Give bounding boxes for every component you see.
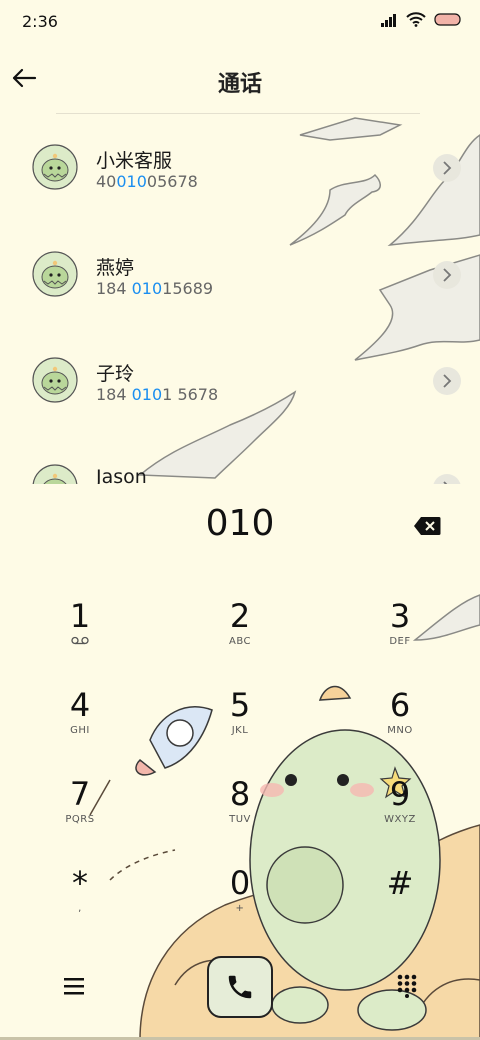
key-digit: *	[72, 864, 88, 902]
key-digit: 2	[229, 597, 251, 635]
key-sub: WXYZ	[384, 814, 416, 825]
key-digit: 7	[69, 775, 91, 813]
backspace-button[interactable]	[410, 512, 444, 540]
key-sub: PQRS	[65, 814, 95, 825]
key-digit: 9	[389, 775, 411, 813]
list-item[interactable]: Jason	[0, 434, 480, 484]
contact-name: 燕婷	[96, 257, 135, 279]
key-7[interactable]: 7 PQRS	[20, 776, 140, 856]
voicemail-icon	[71, 636, 89, 645]
contact-name: 子玲	[96, 363, 135, 385]
contact-detail-button[interactable]	[433, 367, 461, 395]
contact-name: 小米客服	[96, 150, 173, 172]
key-digit: 1	[69, 597, 91, 635]
status-time: 2:36	[22, 12, 58, 31]
key-3[interactable]: 3 DEF	[340, 598, 460, 678]
key-digit: #	[386, 864, 414, 902]
contact-detail-button[interactable]	[433, 154, 461, 182]
key-star[interactable]: * ,	[20, 865, 140, 945]
contact-detail-button[interactable]	[433, 474, 461, 484]
status-icons	[380, 12, 462, 27]
dial-input[interactable]: 010	[140, 503, 340, 544]
battery-icon	[434, 13, 461, 26]
key-sub: MNO	[387, 725, 413, 736]
key-sub	[20, 636, 140, 648]
chevron-right-icon	[443, 481, 448, 484]
header: 通话	[0, 44, 480, 114]
avatar	[32, 144, 78, 190]
key-sub: DEF	[389, 636, 411, 647]
menu-button[interactable]	[52, 966, 96, 1006]
avatar	[32, 251, 78, 297]
list-item[interactable]: 燕婷 184 01015689	[0, 221, 480, 327]
key-6[interactable]: 6 MNO	[340, 687, 460, 767]
key-9[interactable]: 9 WXYZ	[340, 776, 460, 856]
phone-icon	[228, 975, 252, 999]
key-sub: ABC	[228, 636, 251, 647]
page-title: 通话	[217, 72, 262, 97]
contact-number: 184 0101 5678	[96, 385, 219, 404]
key-sub: +	[235, 903, 245, 914]
key-digit: 0	[229, 864, 251, 902]
list-item[interactable]: 小米客服 4001005678	[0, 114, 480, 220]
keypad-icon	[397, 974, 417, 998]
chevron-right-icon	[443, 268, 452, 282]
contact-results-list: 小米客服 4001005678 燕婷 184 01015689 子玲 184 0…	[0, 114, 480, 484]
wifi-icon	[406, 12, 426, 27]
backspace-icon	[414, 517, 441, 535]
key-2[interactable]: 2 ABC	[180, 598, 300, 678]
contact-detail-button[interactable]	[433, 261, 461, 289]
status-bar: 2:36	[0, 0, 480, 44]
key-digit: 8	[229, 775, 251, 813]
avatar	[32, 464, 78, 484]
key-sub: JKL	[231, 725, 249, 736]
list-item[interactable]: 子玲 184 0101 5678	[0, 327, 480, 433]
key-1[interactable]: 1	[20, 598, 140, 678]
key-hash[interactable]: #	[340, 865, 460, 945]
key-sub: TUV	[229, 814, 251, 825]
key-digit: 4	[69, 686, 91, 724]
call-button[interactable]	[207, 956, 273, 1018]
chevron-right-icon	[443, 161, 452, 175]
key-5[interactable]: 5 JKL	[180, 687, 300, 767]
key-8[interactable]: 8 TUV	[180, 776, 300, 856]
contact-name: Jason	[96, 466, 147, 484]
key-4[interactable]: 4 GHI	[20, 687, 140, 767]
key-0[interactable]: 0 +	[180, 865, 300, 945]
key-digit: 5	[229, 686, 251, 724]
contact-number: 184 01015689	[96, 279, 214, 298]
key-digit: 6	[389, 686, 411, 724]
contact-number: 4001005678	[96, 172, 198, 191]
menu-icon	[64, 978, 84, 995]
keypad-toggle-button[interactable]	[385, 964, 429, 1008]
avatar	[32, 357, 78, 403]
key-sub: ,	[78, 903, 82, 914]
key-sub: GHI	[70, 725, 90, 736]
chevron-right-icon	[443, 374, 452, 388]
key-digit: 3	[389, 597, 411, 635]
signal-icon	[381, 13, 396, 27]
